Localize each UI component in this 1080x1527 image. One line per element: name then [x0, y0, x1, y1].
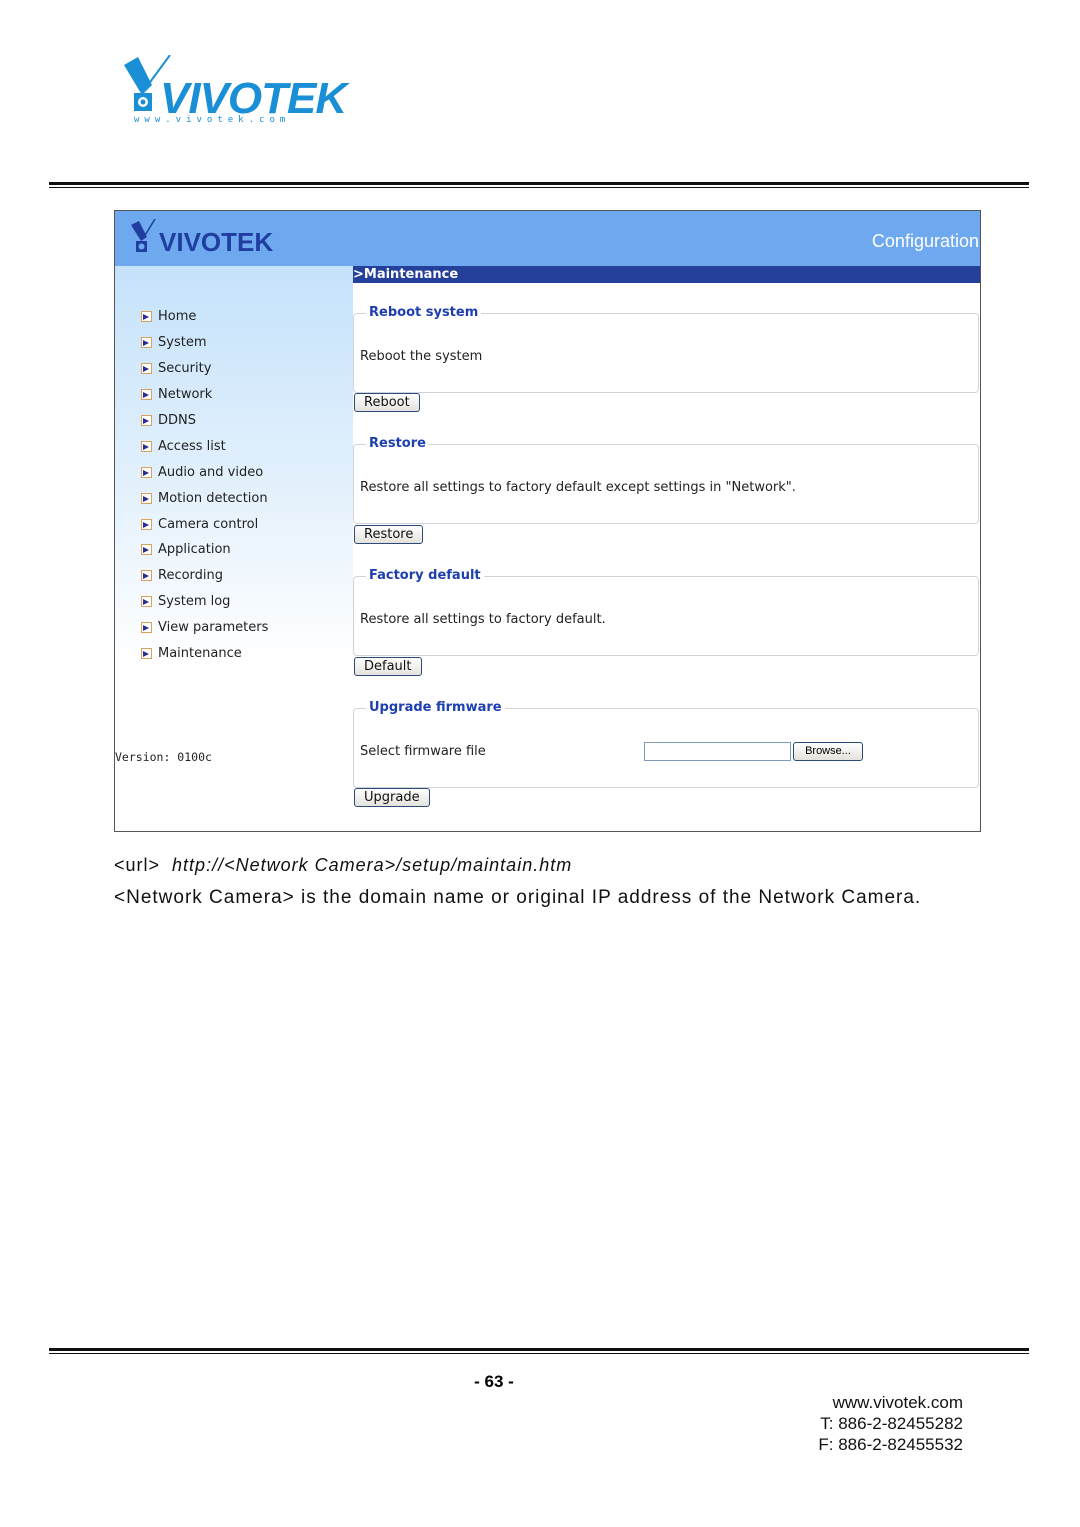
app-header: VIVOTEK Configuration — [115, 211, 980, 266]
sidebar-item-label: Audio and video — [158, 464, 264, 480]
restore-section: Restore Restore all settings to factory … — [353, 436, 979, 524]
arrow-bullet-icon — [141, 363, 152, 375]
sidebar-item-label: System log — [158, 594, 231, 610]
select-firmware-label: Select firmware file — [360, 744, 486, 759]
arrow-bullet-icon — [141, 440, 152, 452]
sidebar-item-label: Motion detection — [158, 490, 268, 506]
footer-phone: T: 886-2-82455282 — [820, 1414, 963, 1433]
upgrade-button[interactable]: Upgrade — [354, 788, 430, 807]
restore-legend: Restore — [366, 436, 429, 451]
arrow-bullet-icon — [141, 596, 152, 608]
sidebar-item-label: Security — [158, 361, 212, 377]
vivotek-logo: VIVOTEK www.vivotek.com — [120, 55, 360, 130]
sidebar-item-security[interactable]: Security — [141, 356, 268, 382]
sidebar-item-camera-control[interactable]: Camera control — [141, 511, 268, 537]
configuration-screenshot: VIVOTEK Configuration Home System Securi… — [114, 210, 981, 832]
default-button[interactable]: Default — [354, 657, 422, 676]
arrow-bullet-icon — [141, 648, 152, 660]
contact-info: www.vivotek.com T: 886-2-82455282 F: 886… — [818, 1392, 963, 1455]
sidebar-item-label: View parameters — [158, 620, 269, 636]
factory-default-legend: Factory default — [366, 568, 484, 583]
sidebar-item-label: Network — [158, 387, 213, 403]
sidebar-item-audio-video[interactable]: Audio and video — [141, 459, 268, 485]
sidebar-item-label: Maintenance — [158, 646, 242, 662]
restore-button[interactable]: Restore — [354, 525, 424, 544]
sidebar-item-label: DDNS — [158, 413, 196, 428]
sidebar-item-network[interactable]: Network — [141, 382, 268, 408]
arrow-bullet-icon — [141, 337, 152, 349]
url-caption: <url> http://<Network Camera>/setup/main… — [114, 855, 572, 876]
reboot-legend: Reboot system — [366, 305, 482, 320]
arrow-bullet-icon — [141, 415, 152, 426]
sidebar-item-label: Application — [158, 542, 231, 558]
arrow-bullet-icon — [141, 518, 152, 530]
sidebar: Home System Security Network DDNS Access… — [115, 266, 353, 831]
factory-default-section: Factory default Restore all settings to … — [353, 568, 979, 656]
footer-rule — [49, 1348, 1029, 1354]
firmware-file-input[interactable] — [644, 742, 791, 761]
app-logo-wordmark: VIVOTEK — [159, 227, 274, 257]
sidebar-item-maintenance[interactable]: Maintenance — [141, 641, 268, 667]
sidebar-item-label: System — [158, 335, 207, 351]
factory-default-description: Restore all settings to factory default. — [360, 612, 606, 627]
arrow-bullet-icon — [141, 570, 152, 582]
restore-description: Restore all settings to factory default … — [360, 480, 796, 495]
logo-url: www.vivotek.com — [134, 115, 291, 125]
sidebar-item-system-log[interactable]: System log — [141, 589, 268, 615]
reboot-section: Reboot system Reboot the system — [353, 305, 979, 393]
arrow-bullet-icon — [141, 311, 152, 323]
upgrade-firmware-legend: Upgrade firmware — [366, 700, 505, 715]
configuration-label: Configuration — [871, 231, 979, 251]
footer-website: www.vivotek.com — [832, 1393, 963, 1412]
url-label: <url> — [114, 855, 161, 875]
camera-logo-icon — [131, 219, 156, 252]
page-number: - 63 - — [474, 1372, 514, 1391]
sidebar-item-label: Home — [158, 309, 197, 325]
arrow-bullet-icon — [141, 544, 152, 556]
sidebar-item-label: Camera control — [158, 516, 259, 532]
sidebar-item-motion-detection[interactable]: Motion detection — [141, 485, 268, 511]
arrow-bullet-icon — [141, 622, 152, 634]
sidebar-item-system[interactable]: System — [141, 330, 268, 356]
footer-fax: F: 886-2-82455532 — [818, 1435, 963, 1454]
sidebar-item-label: Recording — [158, 568, 224, 584]
header-rule — [49, 182, 1029, 188]
reboot-button[interactable]: Reboot — [354, 393, 420, 412]
url-value: http://<Network Camera>/setup/maintain.h… — [172, 855, 573, 875]
sidebar-nav: Home System Security Network DDNS Access… — [141, 304, 268, 666]
sidebar-item-home[interactable]: Home — [141, 304, 268, 330]
sidebar-item-view-parameters[interactable]: View parameters — [141, 615, 268, 641]
sidebar-item-label: Access list — [158, 438, 226, 454]
arrow-bullet-icon — [141, 389, 152, 401]
version-label: Version: 0100c — [115, 750, 212, 764]
browse-button[interactable]: Browse... — [793, 742, 863, 761]
arrow-bullet-icon — [141, 466, 152, 478]
sidebar-item-recording[interactable]: Recording — [141, 563, 268, 589]
sidebar-item-application[interactable]: Application — [141, 537, 268, 563]
network-camera-note: <Network Camera> is the domain name or o… — [114, 887, 922, 908]
reboot-description: Reboot the system — [360, 349, 483, 364]
sidebar-item-access-list[interactable]: Access list — [141, 433, 268, 459]
arrow-bullet-icon — [141, 492, 152, 504]
page-title: >Maintenance — [353, 266, 980, 283]
sidebar-item-ddns[interactable]: DDNS — [141, 408, 268, 434]
